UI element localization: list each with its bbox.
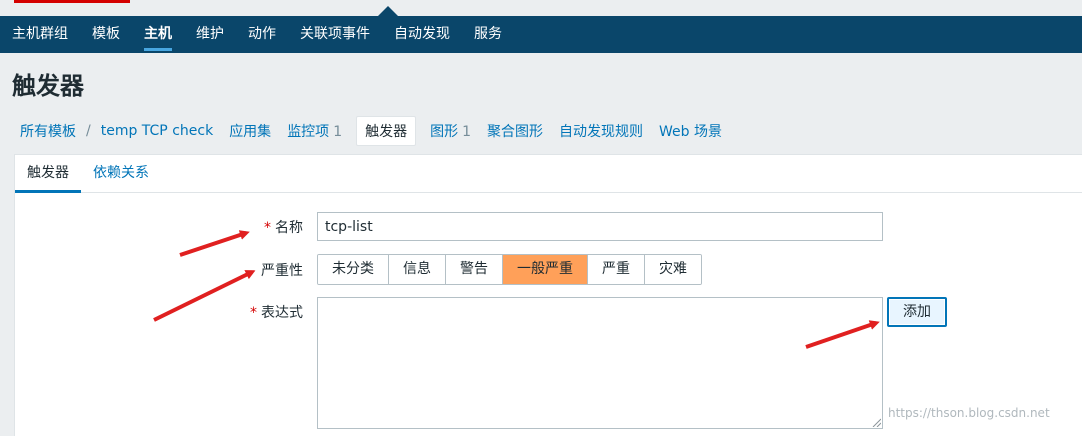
watermark: https://thson.blog.csdn.net [888, 406, 1050, 420]
arrow-to-severity-icon [153, 270, 256, 322]
arrow-to-name-icon [179, 230, 250, 257]
annotation-arrows [153, 230, 880, 349]
arrow-to-add-button-icon [805, 320, 880, 349]
